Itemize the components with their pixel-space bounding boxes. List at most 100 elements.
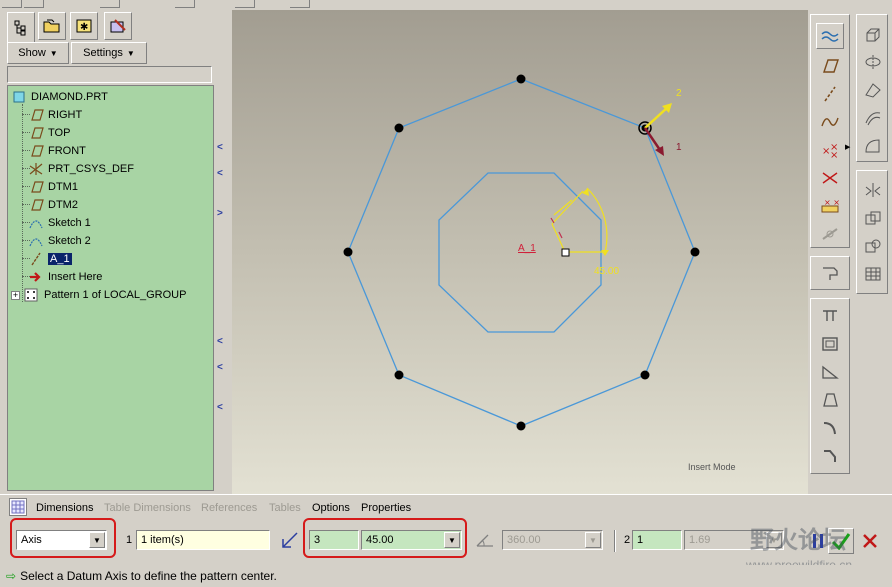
tab-properties[interactable]: Properties	[361, 502, 411, 514]
favorites-tab[interactable]: ✱	[70, 12, 98, 40]
chevron-down-icon[interactable]: ▼	[585, 532, 601, 548]
datum-axis-button[interactable]	[816, 81, 844, 107]
extrude-button[interactable]	[816, 260, 844, 286]
model-tree-tab[interactable]	[7, 12, 35, 42]
datum-plane-icon	[28, 144, 44, 158]
surface-group	[856, 14, 888, 162]
tree-filter-box[interactable]	[7, 66, 212, 83]
collapse-arrow-icon[interactable]: <	[217, 362, 223, 373]
datum-point-button[interactable]: × × ×	[816, 137, 844, 163]
dashboard-tab-bar: Dimensions Table Dimensions References T…	[0, 494, 892, 518]
draft-button[interactable]	[816, 387, 844, 413]
collapse-arrow-icon[interactable]: <	[217, 168, 223, 179]
rib-button[interactable]	[816, 359, 844, 385]
chevron-down-icon[interactable]: ▼	[444, 532, 460, 548]
folder-browser-tab[interactable]	[38, 12, 66, 40]
analysis-icon: × ×	[821, 198, 840, 213]
datum-link-button[interactable]	[816, 221, 844, 247]
toolbar-button[interactable]	[2, 0, 22, 8]
datum-plane-icon	[28, 108, 44, 122]
axis-label: A_1	[518, 243, 536, 254]
total-angle-icon[interactable]	[474, 530, 496, 550]
tree-item-sketch-2[interactable]: Sketch 2	[28, 232, 91, 250]
revolve-button[interactable]	[859, 49, 887, 75]
tree-item-right[interactable]: RIGHT	[28, 106, 82, 124]
shell-button[interactable]	[816, 331, 844, 357]
tree-item-front[interactable]: FRONT	[28, 142, 86, 160]
graphics-window[interactable]: A_1 45.00 2 1 Insert Mode	[232, 10, 808, 494]
chamfer-button[interactable]	[816, 443, 844, 469]
chevron-down-icon[interactable]: ▼	[89, 532, 105, 548]
cancel-button[interactable]	[858, 528, 882, 554]
blend-icon	[865, 112, 881, 126]
datum-plane-icon	[28, 180, 44, 194]
merge-button[interactable]	[859, 205, 887, 231]
pattern-type-select[interactable]: Axis ▼	[16, 530, 107, 550]
link-icon	[822, 228, 838, 240]
tree-item-label: DIAMOND.PRT	[31, 91, 108, 103]
second-direction-count-field[interactable]: 1	[632, 530, 682, 550]
tree-item-dtm1[interactable]: DTM1	[28, 178, 78, 196]
panel-splitter[interactable]: < < > < < <	[216, 10, 232, 494]
chevron-down-icon: ▼	[49, 48, 58, 58]
toolbar-button[interactable]	[175, 0, 195, 8]
datum-display-button[interactable]	[816, 23, 844, 49]
expand-arrow-icon[interactable]: >	[217, 208, 223, 219]
hole-button[interactable]	[816, 303, 844, 329]
tree-item-top[interactable]: TOP	[28, 124, 70, 142]
mode-indicator: Insert Mode	[688, 462, 736, 472]
axis-reference-collector[interactable]: 1 item(s)	[136, 530, 270, 550]
tab-references[interactable]: References	[201, 502, 257, 514]
flip-direction-icon[interactable]	[280, 530, 300, 550]
angle-dimension-value[interactable]: 45.00	[594, 266, 619, 277]
toolbar-button[interactable]	[24, 0, 44, 8]
tab-tables[interactable]: Tables	[269, 502, 301, 514]
settings-dropdown[interactable]: Settings ▼	[71, 42, 147, 64]
trim-icon	[865, 239, 881, 253]
tree-item-pattern-1[interactable]: + Pattern 1 of LOCAL_GROUP	[11, 286, 186, 304]
collapse-arrow-icon[interactable]: <	[217, 402, 223, 413]
trim-button[interactable]	[859, 233, 887, 259]
round-button[interactable]	[816, 415, 844, 441]
show-dropdown[interactable]: Show ▼	[7, 42, 69, 64]
total-angle-select[interactable]: 360.00 ▼	[502, 530, 603, 550]
tree-item-sketch-1[interactable]: Sketch 1	[28, 214, 91, 232]
toolbar-button[interactable]	[100, 0, 120, 8]
datum-analysis-button[interactable]: × ×	[816, 193, 844, 219]
tree-item-prt-csys-def[interactable]: PRT_CSYS_DEF	[28, 160, 134, 178]
datum-csys-button[interactable]	[816, 165, 844, 191]
toolbar-button[interactable]	[290, 0, 310, 8]
extrude-group	[810, 256, 850, 290]
tree-item-a-1[interactable]: A_1	[28, 250, 72, 268]
tree-item-diamond-prt[interactable]: DIAMOND.PRT	[11, 88, 108, 106]
tree-item-label: Pattern 1 of LOCAL_GROUP	[44, 289, 187, 301]
style-button[interactable]	[859, 133, 887, 159]
tree-item-dtm2[interactable]: DTM2	[28, 196, 78, 214]
tree-item-insert-here[interactable]: Insert Here	[28, 268, 102, 286]
toolbar-button[interactable]	[235, 0, 255, 8]
collapse-arrow-icon[interactable]: <	[217, 336, 223, 347]
extrude-feature-button[interactable]	[859, 21, 887, 47]
collapse-arrow-icon[interactable]: <	[217, 142, 223, 153]
tab-table-dimensions[interactable]: Table Dimensions	[104, 502, 191, 514]
round-icon	[823, 422, 836, 435]
tab-dimensions[interactable]: Dimensions	[36, 502, 93, 514]
datum-curve-button[interactable]	[816, 109, 844, 135]
status-message: Select a Datum Axis to define the patter…	[20, 569, 277, 583]
folder-icon	[43, 19, 60, 33]
flyout-arrow-icon[interactable]: ▶	[845, 143, 850, 151]
tab-options[interactable]: Options	[312, 502, 350, 514]
connections-tab[interactable]	[104, 12, 132, 40]
variable-sweep-button[interactable]	[859, 77, 887, 103]
angle-increment-select[interactable]: 45.00 ▼	[361, 530, 462, 550]
boundary-blend-button[interactable]	[859, 105, 887, 131]
tree-item-label: DTM2	[48, 199, 78, 211]
member-count-field[interactable]: 3	[309, 530, 359, 550]
svg-text:× ×: × ×	[824, 198, 840, 207]
mirror-button[interactable]	[859, 177, 887, 203]
axis-origin-marker	[561, 248, 570, 257]
pattern-button[interactable]	[859, 261, 887, 287]
datum-plane-button[interactable]	[816, 53, 844, 79]
sketch-icon	[28, 234, 44, 248]
expand-plus-icon[interactable]: +	[11, 290, 20, 300]
